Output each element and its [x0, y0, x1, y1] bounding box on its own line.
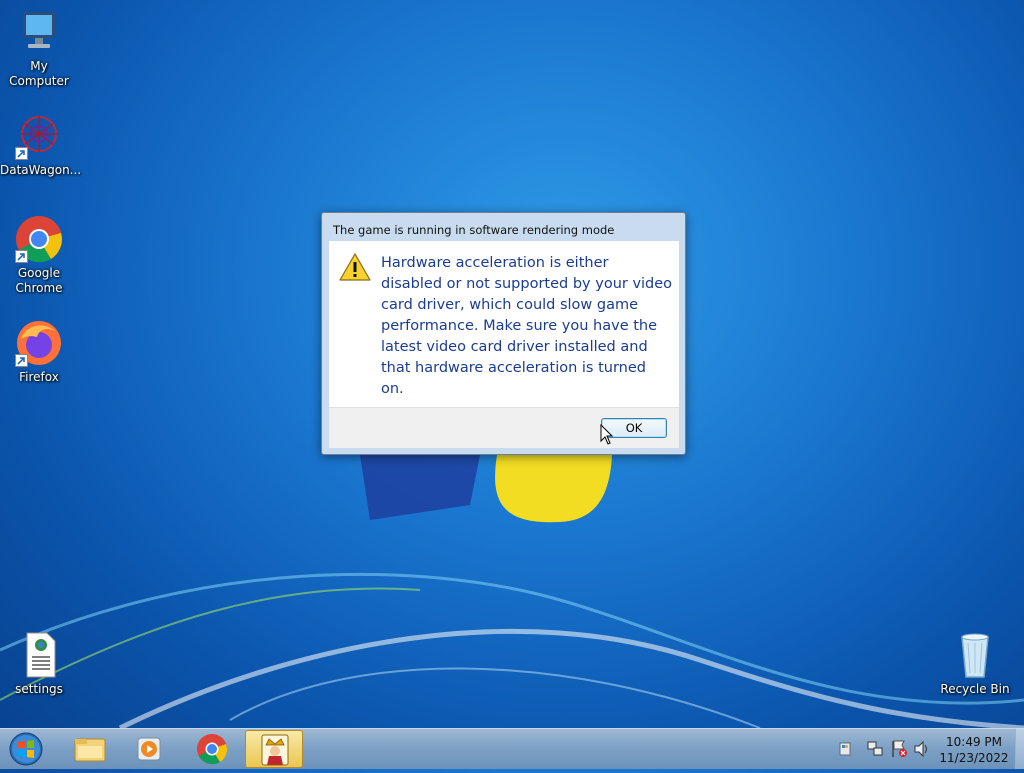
desktop-icon-label: DataWagon... — [0, 163, 82, 177]
dialog-message: Hardware acceleration is either disabled… — [381, 255, 673, 397]
tray-clock[interactable]: 10:49 PM 11/23/2022 — [935, 734, 1013, 766]
start-button[interactable] — [6, 731, 46, 767]
desktop-icon-label: Firefox — [19, 370, 59, 384]
mouse-cursor-icon — [600, 424, 614, 445]
desktop-icon-label: My Computer — [9, 59, 69, 88]
desktop-icon-settings[interactable]: settings — [0, 631, 78, 697]
desktop-icon-google-chrome[interactable]: Google Chrome — [0, 215, 78, 296]
flag-alert-icon[interactable] — [890, 729, 908, 769]
desktop-icon-recycle-bin[interactable]: Recycle Bin — [936, 631, 1014, 697]
shortcut-arrow-icon — [15, 354, 28, 367]
action-center-flag-icon[interactable] — [836, 729, 854, 769]
dialog-body: Hardware acceleration is either disabled… — [329, 241, 679, 407]
clock-date: 11/23/2022 — [939, 751, 1009, 765]
desktop-icon-label: settings — [15, 682, 63, 696]
taskbar-file-explorer[interactable] — [60, 730, 118, 768]
taskbar: 10:49 PM 11/23/2022 — [0, 728, 1024, 769]
firefox-icon — [15, 319, 63, 367]
network-icon[interactable] — [866, 729, 884, 769]
google-chrome-icon — [15, 215, 63, 263]
datawagon-icon — [15, 112, 63, 160]
warning-icon — [339, 253, 371, 285]
taskbar-media-player[interactable] — [120, 730, 178, 768]
clock-time: 10:49 PM — [946, 735, 1002, 749]
taskbar-solitaire-active[interactable] — [245, 730, 303, 768]
google-chrome-icon — [197, 734, 227, 765]
windows-start-icon — [9, 732, 43, 766]
desktop-icon-label: Google Chrome — [15, 266, 63, 295]
file-explorer-icon — [74, 738, 106, 762]
taskbar-google-chrome[interactable] — [183, 730, 241, 768]
dialog-footer: OK — [329, 407, 679, 448]
solitaire-king-icon — [261, 734, 289, 766]
media-player-icon — [137, 737, 161, 761]
desktop-icon-datawagon[interactable]: DataWagon... — [0, 112, 82, 178]
desktop-icon-firefox[interactable]: Firefox — [0, 319, 78, 385]
desktop-icon-label: Recycle Bin — [940, 682, 1010, 696]
volume-icon[interactable] — [913, 729, 931, 769]
recycle-bin-icon — [951, 631, 999, 679]
desktop-icon-my-computer[interactable]: My Computer — [0, 8, 78, 89]
computer-icon — [15, 8, 63, 56]
shortcut-arrow-icon — [15, 250, 28, 263]
software-rendering-dialog: The game is running in software renderin… — [321, 212, 686, 455]
show-desktop-button[interactable] — [1015, 729, 1024, 769]
dialog-title: The game is running in software renderin… — [333, 223, 615, 237]
shortcut-arrow-icon — [15, 147, 28, 160]
settings-file-icon — [15, 631, 63, 679]
